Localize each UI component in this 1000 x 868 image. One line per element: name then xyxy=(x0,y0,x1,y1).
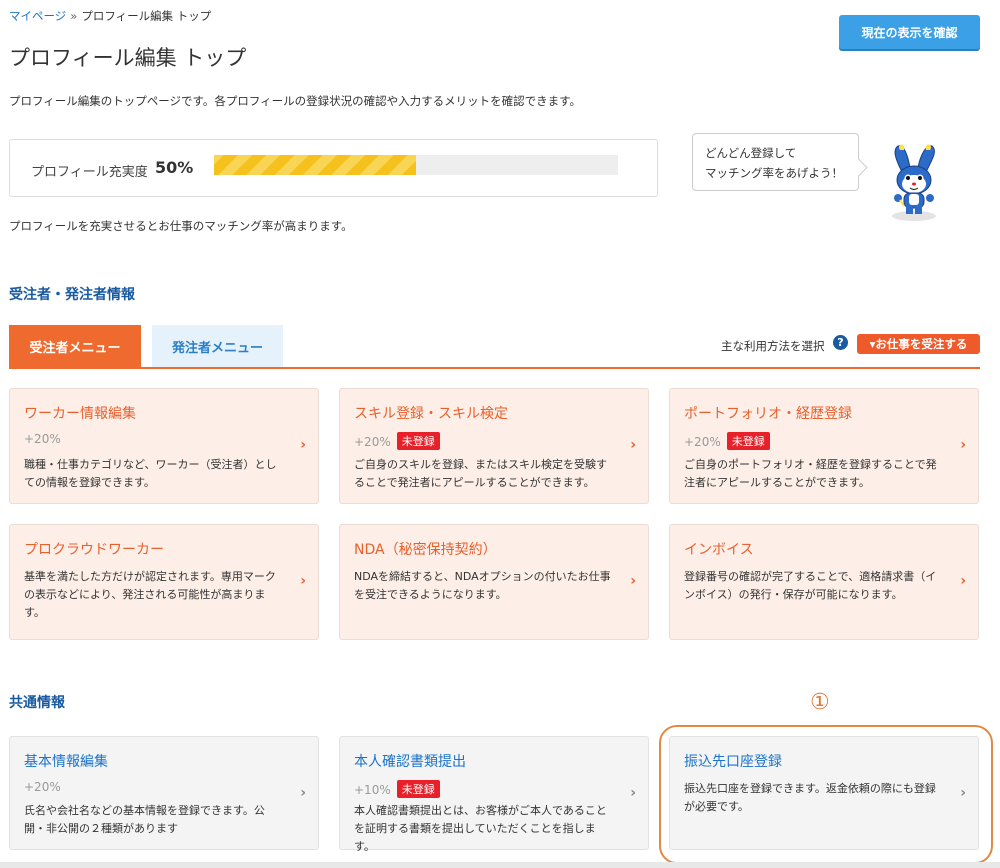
card-worker-info[interactable]: ワーカー情報編集 +20% 職種・仕事カテゴリなど、ワーカー（受注者）としての情… xyxy=(9,388,319,504)
help-icon[interactable]: ? xyxy=(833,335,848,350)
card-title: 基本情報編集 xyxy=(24,754,108,770)
card-title: ワーカー情報編集 xyxy=(24,406,136,422)
card-percentage-value: +20% xyxy=(24,780,61,794)
card-percentage: +10% 未登録 xyxy=(354,780,440,798)
card-basic-info[interactable]: 基本情報編集 +20% 氏名や会社名などの基本情報を登録できます。公開・非公開の… xyxy=(9,736,319,850)
card-percentage-value: +10% xyxy=(354,783,391,797)
speech-bubble-line-2: マッチング率をあげよう！ xyxy=(705,166,843,180)
card-title: 本人確認書類提出 xyxy=(354,754,466,770)
chevron-right-icon: › xyxy=(630,785,636,801)
card-description: 氏名や会社名などの基本情報を登録できます。公開・非公開の２種類があります xyxy=(24,804,265,835)
card-percentage-value: +20% xyxy=(354,435,391,449)
mascot-character-icon xyxy=(892,144,936,221)
card-portfolio-registration[interactable]: ポートフォリオ・経歴登録 +20% 未登録 ご自身のポートフォリオ・経歴を登録する… xyxy=(669,388,979,504)
card-description: 基準を満たした方だけが認定されます。専用マークの表示などにより、発注される可能性… xyxy=(24,570,276,619)
breadcrumb-separator: » xyxy=(70,9,78,23)
card-percentage: +20% 未登録 xyxy=(354,432,440,450)
chevron-right-icon: › xyxy=(300,437,306,453)
card-percentage: +20% xyxy=(24,432,61,446)
annotation-number: ① xyxy=(810,690,830,715)
chevron-right-icon: › xyxy=(300,573,306,589)
tab-client-menu[interactable]: 発注者メニュー xyxy=(152,325,283,368)
progress-label: プロフィール充実度 xyxy=(31,165,148,180)
unregistered-badge: 未登録 xyxy=(396,432,440,450)
progress-value: 50% xyxy=(155,158,194,177)
chevron-right-icon: › xyxy=(960,437,966,453)
unregistered-badge: 未登録 xyxy=(726,432,770,450)
profile-completeness-box: プロフィール充実度 50% xyxy=(9,139,658,197)
chevron-right-icon: › xyxy=(960,573,966,589)
confirm-display-button[interactable]: 現在の表示を確認 xyxy=(839,15,980,49)
card-invoice[interactable]: インボイス 登録番号の確認が完了することで、適格請求書（インボイス）の発行・保存… xyxy=(669,524,979,640)
card-identity-document[interactable]: 本人確認書類提出 +10% 未登録 本人確認書類提出とは、お客様がご本人であること… xyxy=(339,736,649,853)
matching-note: プロフィールを充実させるとお仕事のマッチング率が高まります。 xyxy=(9,219,353,233)
annotation-highlight-ring xyxy=(659,725,993,864)
page-title: プロフィール編集 トップ xyxy=(9,46,247,70)
usage-select-button[interactable]: ▾お仕事を受注する xyxy=(857,334,980,354)
card-description: 登録番号の確認が完了することで、適格請求書（インボイス）の発行・保存が可能になり… xyxy=(684,570,937,601)
progress-bar xyxy=(214,155,618,175)
section-title-common: 共通情報 xyxy=(9,695,65,711)
card-percentage-value: +20% xyxy=(684,435,721,449)
card-description: NDAを締結すると、NDAオプションの付いたお仕事を受注できるようになります。 xyxy=(354,570,611,601)
card-percentage: +20% 未登録 xyxy=(684,432,770,450)
speech-bubble: どんどん登録して マッチング率をあげよう！ xyxy=(692,133,859,191)
progress-bar-fill xyxy=(214,155,416,175)
breadcrumb-mypage-link[interactable]: マイページ xyxy=(9,9,66,23)
chevron-right-icon: › xyxy=(630,573,636,589)
card-description: ご自身のスキルを登録、またはスキル検定を受験することで発注者にアピールすることが… xyxy=(354,458,607,489)
card-description: 本人確認書類提出とは、お客様がご本人であることを証明する書類を提出していただくこ… xyxy=(354,804,607,853)
section-title-worker-client: 受注者・発注者情報 xyxy=(9,287,135,303)
card-nda[interactable]: NDA（秘密保持契約） NDAを締結すると、NDAオプションの付いたお仕事を受注… xyxy=(339,524,649,640)
bottom-scroll-edge xyxy=(0,862,1000,868)
tab-divider xyxy=(9,367,980,369)
card-title: インボイス xyxy=(684,542,754,558)
card-description: ご自身のポートフォリオ・経歴を登録することで発注者にアピールすることができます。 xyxy=(684,458,937,489)
tab-worker-menu[interactable]: 受注者メニュー xyxy=(9,325,141,368)
page-description: プロフィール編集のトップページです。各プロフィールの登録状況の確認や入力するメリ… xyxy=(9,94,582,108)
card-title: スキル登録・スキル検定 xyxy=(354,406,508,422)
card-title: NDA（秘密保持契約） xyxy=(354,542,497,558)
breadcrumb-current: プロフィール編集 トップ xyxy=(81,9,212,23)
chevron-right-icon: › xyxy=(630,437,636,453)
card-title: ポートフォリオ・経歴登録 xyxy=(684,406,852,422)
unregistered-badge: 未登録 xyxy=(396,780,440,798)
card-percentage: +20% xyxy=(24,780,61,794)
card-description: 職種・仕事カテゴリなど、ワーカー（受注者）としての情報を登録できます。 xyxy=(24,458,277,489)
breadcrumb: マイページ » プロフィール編集 トップ xyxy=(9,8,211,24)
card-pro-crowdworker[interactable]: プロクラウドワーカー 基準を満たした方だけが認定されます。専用マークの表示などに… xyxy=(9,524,319,640)
card-skill-registration[interactable]: スキル登録・スキル検定 +20% 未登録 ご自身のスキルを登録、またはスキル検定を… xyxy=(339,388,649,504)
speech-bubble-line-1: どんどん登録して xyxy=(705,146,797,160)
card-title: プロクラウドワーカー xyxy=(24,542,164,558)
usage-select-label: 主な利用方法を選択 xyxy=(721,339,825,353)
chevron-right-icon: › xyxy=(300,785,306,801)
card-percentage-value: +20% xyxy=(24,432,61,446)
